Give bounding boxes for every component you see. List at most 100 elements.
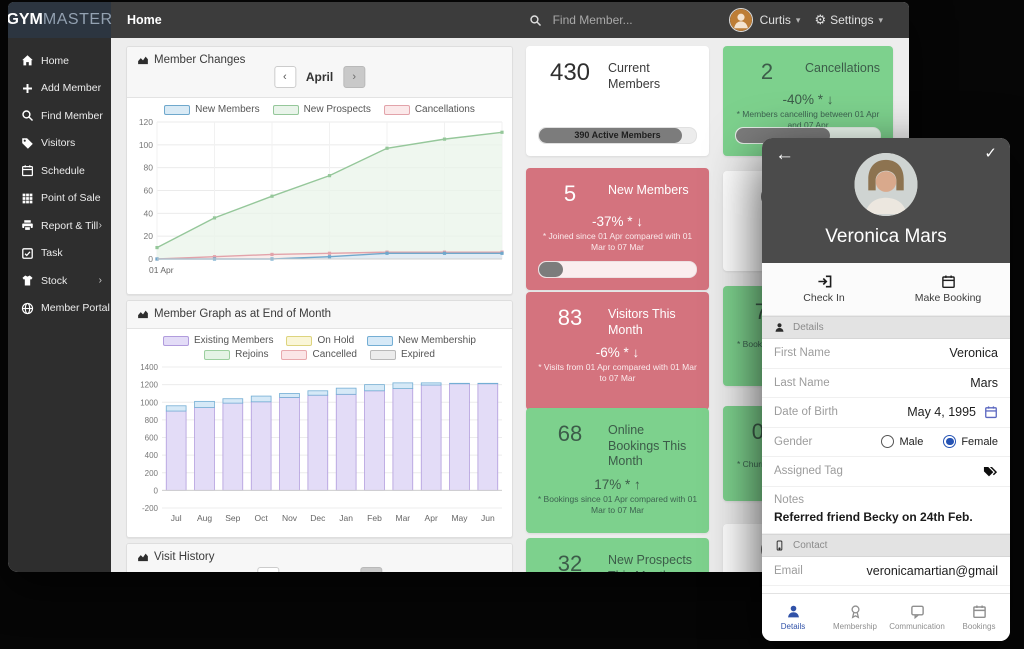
action-label: Check In <box>803 292 844 304</box>
svg-text:Oct: Oct <box>255 513 269 523</box>
member-search <box>529 12 683 28</box>
check-in-button[interactable]: Check In <box>762 263 886 315</box>
sidebar-item-find-member[interactable]: Find Member <box>8 102 111 130</box>
sidebar-item-member-portal[interactable]: Member Portal <box>8 295 111 323</box>
gender-option-male[interactable]: Male <box>881 435 923 448</box>
svg-text:40: 40 <box>144 208 154 218</box>
sidebar-item-label: Report & Till <box>41 220 98 232</box>
sidebar-item-point-of-sale[interactable]: Point of Sale <box>8 185 111 213</box>
field-value-wrap <box>983 464 998 479</box>
radio-selected-icon[interactable] <box>943 435 956 448</box>
legend-item-existing-members[interactable]: Existing Members <box>163 335 273 346</box>
sidebar-item-add-member[interactable]: Add Member <box>8 75 111 103</box>
medal-icon <box>848 604 863 619</box>
field-value[interactable]: May 4, 1995 <box>907 405 976 419</box>
member-changes-legend: New Members New Prospects Cancellations <box>127 98 512 116</box>
sidebar-item-task[interactable]: Task <box>8 240 111 268</box>
home-icon <box>21 54 34 67</box>
svg-text:-200: -200 <box>142 504 159 513</box>
legend-label: Cancellations <box>415 104 475 115</box>
stat-card-visitors-this-month[interactable]: 83Visitors This Month-6% * ↓* Visits fro… <box>526 292 709 410</box>
next-month-button[interactable]: › <box>343 66 365 88</box>
svg-text:800: 800 <box>145 416 159 425</box>
sidebar-item-home[interactable]: Home <box>8 47 111 75</box>
field-label: Last Name <box>774 377 830 389</box>
legend-label: On Hold <box>317 335 354 346</box>
email-value[interactable]: veronicamartian@gmail <box>867 564 999 578</box>
svg-text:1200: 1200 <box>140 381 158 390</box>
stat-card-current-members[interactable]: 430Current Members390 Active Members <box>526 46 709 156</box>
tags-icon <box>983 464 998 479</box>
chat-icon <box>910 604 925 619</box>
area-chart-icon <box>137 551 149 563</box>
sidebar-item-report-till[interactable]: Report & Till› <box>8 212 111 240</box>
field-value[interactable]: Mars <box>970 376 998 390</box>
stat-card-new-members[interactable]: 5New Members-37% * ↓* Joined since 01 Ap… <box>526 168 709 290</box>
sidebar: Home Add Member Find Member Visitors Schedul… <box>8 38 111 572</box>
search-icon <box>529 14 542 27</box>
tab-bookings[interactable]: Bookings <box>948 594 1010 641</box>
svg-text:120: 120 <box>139 117 153 127</box>
visit-history-title: Visit History <box>137 551 215 563</box>
gender-option-label: Female <box>961 436 998 448</box>
legend-item-cancelled[interactable]: Cancelled <box>281 349 356 360</box>
user-menu[interactable]: Curtis <box>760 13 791 27</box>
confirm-check-icon[interactable]: ✓ <box>984 146 997 161</box>
prev-month-button[interactable]: ‹ <box>274 66 296 88</box>
member-graph-legend: Existing Members On Hold New Membership Rej… <box>144 329 495 361</box>
calendar-icon <box>984 405 998 419</box>
sidebar-item-label: Schedule <box>41 165 85 177</box>
next-day-button[interactable]: › <box>360 567 382 572</box>
sidebar-item-label: Find Member <box>41 110 103 122</box>
legend-item-new-membership[interactable]: New Membership <box>367 335 476 346</box>
field-value[interactable]: Veronica <box>949 346 998 360</box>
prev-day-button[interactable]: ‹ <box>257 567 279 572</box>
printer-icon <box>21 219 34 232</box>
legend-item-new-members[interactable]: New Members <box>164 104 259 115</box>
month-label: April <box>296 70 343 84</box>
plus-icon <box>21 82 34 95</box>
radio-unselected-icon[interactable] <box>881 435 894 448</box>
sidebar-item-visitors[interactable]: Visitors <box>8 130 111 158</box>
legend-item-rejoins[interactable]: Rejoins <box>204 349 268 360</box>
navbar-right: Curtis ▾ ⚙ Settings ▾ <box>529 8 909 32</box>
sidebar-item-label: Visitors <box>41 137 75 149</box>
field-row-first-name: First NameVeronica <box>762 339 1010 369</box>
legend-swatch <box>370 350 396 360</box>
legend-item-expired[interactable]: Expired <box>370 349 435 360</box>
sidebar-item-schedule[interactable]: Schedule <box>8 157 111 185</box>
svg-text:May: May <box>451 513 468 523</box>
gender-option-female[interactable]: Female <box>943 435 998 448</box>
stat-progress-label: 390 Active Members <box>539 128 696 143</box>
profile-tab-bar: Details Membership CommunicationBookings <box>762 593 1010 641</box>
legend-swatch <box>367 336 393 346</box>
back-arrow-icon[interactable]: ← <box>775 145 794 164</box>
tab-membership[interactable]: Membership <box>824 594 886 641</box>
gender-option-label: Male <box>899 436 923 448</box>
notes-value[interactable]: Referred friend Becky on 24th Feb. <box>762 507 1010 534</box>
tab-details[interactable]: Details <box>762 594 824 641</box>
stat-card-new-prospects-this-month[interactable]: 32New Prospects This Month <box>526 538 709 572</box>
tab-communication[interactable]: Communication <box>886 594 948 641</box>
svg-text:Aug: Aug <box>197 513 212 523</box>
app-logo[interactable]: GYMMASTER <box>8 2 111 38</box>
sidebar-item-label: Add Member <box>41 82 101 94</box>
field-value-wrap: Mars <box>970 376 998 390</box>
search-input[interactable] <box>551 12 683 28</box>
stat-value: 83 <box>542 305 598 338</box>
sidebar-item-stock[interactable]: Stock› <box>8 267 111 295</box>
legend-label: Existing Members <box>194 335 273 346</box>
make-booking-button[interactable]: Make Booking <box>886 263 1010 315</box>
stat-card-online-bookings-this-month[interactable]: 68Online Bookings This Month17% * ↑* Boo… <box>526 408 709 533</box>
tab-label: Membership <box>833 622 877 631</box>
legend-label: New Membership <box>398 335 476 346</box>
stat-note: * Visits from 01 Apr compared with 01 Ma… <box>526 362 709 384</box>
legend-item-new-prospects[interactable]: New Prospects <box>273 104 371 115</box>
settings-menu[interactable]: Settings <box>830 13 873 27</box>
stat-card-top: 68Online Bookings This Month <box>526 408 709 470</box>
legend-item-cancellations[interactable]: Cancellations <box>384 104 475 115</box>
legend-item-on-hold[interactable]: On Hold <box>286 335 354 346</box>
date-label: 07-04-2019 <box>279 571 360 572</box>
section-label: Details <box>793 322 824 333</box>
user-avatar[interactable] <box>729 8 753 32</box>
